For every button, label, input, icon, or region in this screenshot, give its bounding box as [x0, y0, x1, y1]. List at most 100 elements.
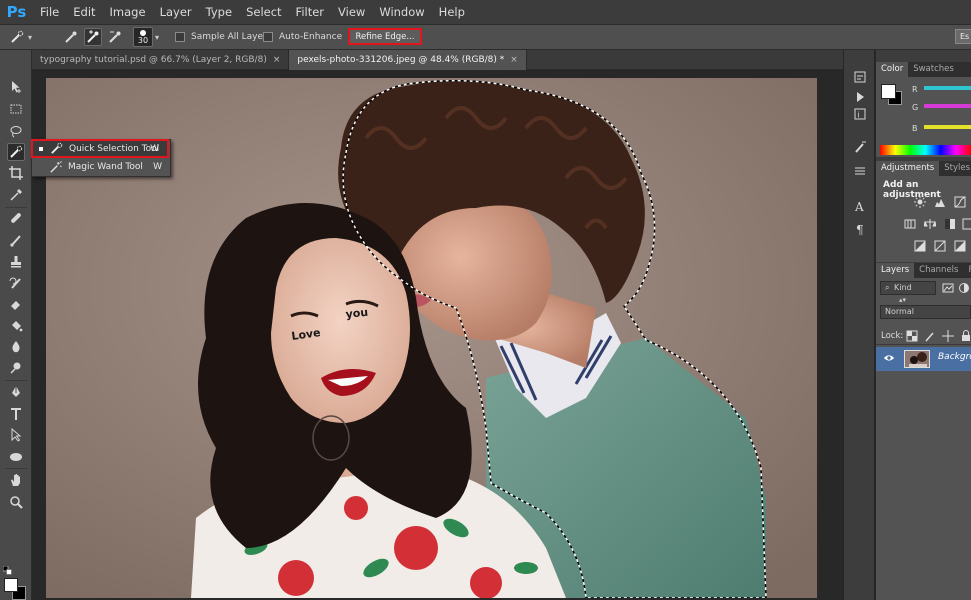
tab-adjustments[interactable]: Adjustments — [876, 161, 940, 176]
layer-filter-kind[interactable]: ⌕ Kind ▴▾ — [880, 281, 936, 304]
black-white-icon[interactable] — [944, 218, 956, 230]
menu-file[interactable]: File — [33, 0, 66, 24]
curves-icon[interactable] — [954, 196, 966, 208]
menu-image[interactable]: Image — [103, 0, 153, 24]
photo-filter-icon[interactable] — [962, 218, 971, 230]
close-icon[interactable]: × — [510, 55, 518, 65]
eyedropper-tool[interactable] — [7, 186, 25, 204]
eraser-icon — [11, 301, 20, 310]
visibility-eye-icon[interactable] — [883, 352, 895, 367]
brush-size-picker[interactable]: 30 ▾ — [133, 25, 159, 49]
subtract-from-selection-mode[interactable] — [106, 25, 124, 49]
tool-preset-picker[interactable]: ▾ — [8, 25, 32, 49]
type-tool[interactable] — [7, 405, 25, 423]
sample-all-layers-checkbox[interactable] — [175, 32, 185, 42]
filter-adjustment-icon[interactable] — [958, 282, 970, 294]
tab-styles[interactable]: Styles — [939, 161, 971, 176]
brush-size-value: 30 — [137, 35, 149, 45]
invert-icon[interactable] — [914, 240, 926, 252]
menu-edit[interactable]: Edit — [66, 0, 102, 24]
actions-panel-button[interactable] — [851, 88, 869, 106]
layers-panel: ⌕ Kind ▴▾ Normal Lock: — [876, 278, 971, 600]
pen-tool[interactable] — [7, 383, 25, 401]
history-panel-button[interactable] — [851, 68, 869, 86]
foreground-color-swatch[interactable] — [4, 578, 18, 592]
document-tab[interactable]: typography tutorial.psd @ 66.7% (Layer 2… — [32, 50, 290, 70]
lock-position-icon[interactable] — [942, 330, 954, 342]
selection-tool-flyout: Quick Selection Tool W Magic Wand Tool W — [31, 139, 171, 177]
auto-enhance-checkbox[interactable] — [263, 32, 273, 42]
foreground-color-swatch[interactable] — [881, 84, 896, 99]
levels-icon[interactable] — [934, 196, 946, 208]
document-tab-active[interactable]: pexels-photo-331206.jpeg @ 48.4% (RGB/8)… — [289, 50, 527, 70]
menu-view[interactable]: View — [331, 0, 372, 24]
tab-paths[interactable]: P — [963, 263, 971, 278]
dodge-tool[interactable] — [7, 359, 25, 377]
menu-help[interactable]: Help — [432, 0, 472, 24]
auto-enhance-option[interactable]: Auto-Enhance — [263, 25, 342, 49]
red-slider[interactable] — [924, 86, 971, 90]
eraser-tool[interactable] — [7, 295, 25, 313]
path-selection-tool[interactable] — [7, 426, 25, 444]
lasso-tool[interactable] — [7, 122, 25, 140]
quick-selection-tool[interactable] — [7, 143, 25, 161]
tab-layers[interactable]: Layers — [876, 263, 915, 278]
dodge-icon — [10, 362, 21, 374]
refine-edge-button[interactable]: Refine Edge... — [348, 28, 422, 45]
tab-channels[interactable]: Channels — [914, 263, 963, 278]
zoom-tool[interactable] — [7, 493, 25, 511]
menu-filter[interactable]: Filter — [289, 0, 331, 24]
color-panel-tabs: Color Swatches — [876, 62, 971, 77]
menu-select[interactable]: Select — [239, 0, 288, 24]
paragraph-panel-button[interactable]: ¶ — [851, 220, 869, 238]
ellipse-tool[interactable] — [7, 448, 25, 466]
crop-tool[interactable] — [7, 164, 25, 182]
menu-layer[interactable]: Layer — [153, 0, 199, 24]
new-selection-mode[interactable] — [62, 25, 80, 49]
flyout-item-magic-wand[interactable]: Magic Wand Tool W — [32, 158, 170, 176]
history-brush-tool[interactable] — [7, 274, 25, 292]
tab-swatches[interactable]: Swatches — [908, 62, 959, 77]
brush-dot-icon — [140, 29, 146, 36]
gradient-map-icon[interactable] — [954, 240, 966, 252]
marquee-icon — [10, 104, 22, 114]
character-panel-button[interactable]: A — [851, 197, 869, 215]
layer-row-background[interactable]: Background — [876, 347, 971, 371]
lock-pixels-icon[interactable] — [924, 330, 936, 342]
brush-panel-button[interactable] — [851, 138, 869, 156]
sample-all-layers-option[interactable]: Sample All Layers — [175, 25, 271, 49]
brush-tool[interactable] — [7, 231, 25, 249]
hand-tool[interactable] — [7, 471, 25, 489]
vibrance-icon[interactable] — [904, 218, 916, 230]
close-icon[interactable]: × — [273, 55, 281, 65]
menu-type[interactable]: Type — [199, 0, 239, 24]
blue-slider[interactable] — [924, 125, 971, 129]
lock-transparent-icon[interactable] — [906, 330, 918, 342]
move-tool[interactable] — [7, 78, 25, 96]
color-balance-icon[interactable] — [924, 218, 936, 230]
workspace-switcher[interactable]: Es — [955, 29, 971, 44]
posterize-icon[interactable] — [934, 240, 946, 252]
default-colors-icon[interactable] — [3, 566, 12, 575]
tab-color[interactable]: Color — [876, 62, 909, 77]
color-spectrum-ramp[interactable] — [880, 145, 971, 155]
menu-window[interactable]: Window — [372, 0, 431, 24]
spot-healing-tool[interactable] — [7, 209, 25, 227]
add-to-selection-mode[interactable] — [84, 25, 102, 49]
lock-all-icon[interactable] — [960, 330, 971, 342]
blend-mode-select[interactable]: Normal — [880, 305, 971, 319]
right-panels: Color Swatches R G B Adjustments Styles … — [876, 50, 971, 600]
clone-stamp-tool[interactable] — [7, 253, 25, 271]
paint-bucket-tool[interactable] — [7, 317, 25, 335]
blur-tool[interactable] — [7, 338, 25, 356]
info-panel-button[interactable]: i — [851, 105, 869, 123]
magic-wand-icon — [48, 160, 62, 174]
filter-pixel-icon[interactable] — [942, 282, 954, 294]
search-icon: ⌕ — [885, 283, 890, 292]
brightness-icon[interactable] — [914, 196, 926, 208]
rectangular-marquee-tool[interactable] — [7, 100, 25, 118]
path-selection-icon — [11, 428, 22, 442]
clone-source-panel-button[interactable] — [851, 162, 869, 180]
green-slider[interactable] — [924, 104, 971, 108]
flyout-item-quick-selection[interactable]: Quick Selection Tool W — [31, 139, 169, 158]
